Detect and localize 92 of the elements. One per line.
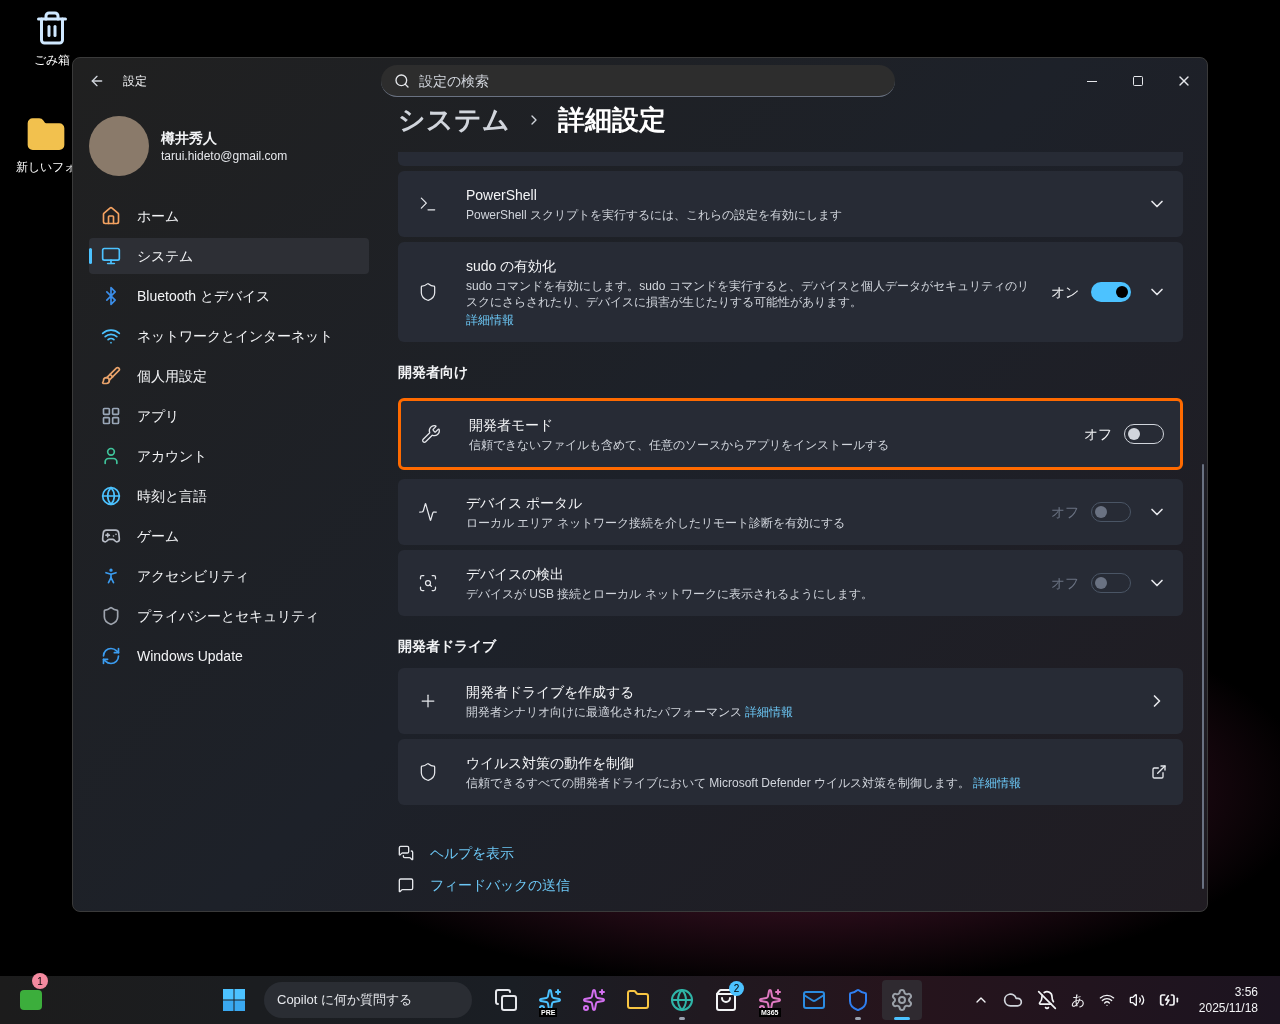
toggle-state-label: オフ (1051, 503, 1079, 522)
setting-card[interactable]: 開発者ドライブを作成する 開発者シナリオ向けに最適化されたパフォーマンス 詳細情報 (398, 668, 1183, 734)
setting-card[interactable]: 開発者モード 信頼できないファイルも含めて、任意のソースからアプリをインストールする オフ (398, 398, 1183, 470)
maximize-icon (1132, 75, 1144, 87)
windows-logo-icon[interactable] (222, 988, 246, 1012)
setting-description: 信頼できるすべての開発者ドライブにおいて Microsoft Defender ウイルス対策を制御します。 詳細情報 (466, 775, 1023, 791)
nav-item[interactable]: ホーム (89, 198, 369, 234)
section-heading: 開発者向け (398, 363, 469, 382)
help-chat-icon (398, 845, 414, 861)
nav-item[interactable]: Windows Update (89, 638, 369, 674)
nav-item[interactable]: システム (89, 238, 369, 274)
setting-description: 信頼できないファイルも含めて、任意のソースからアプリをインストールする (469, 437, 890, 453)
person-icon (101, 446, 121, 466)
window-title: 設定 (123, 73, 148, 89)
setting-description: デバイスが USB 接続とローカル ネットワークに表示されるようにします。 (466, 586, 874, 602)
globe-icon (101, 486, 121, 506)
section-heading: 開発者ドライブ (398, 637, 498, 656)
shield-icon (846, 988, 870, 1012)
wifi-icon[interactable] (1098, 992, 1115, 1008)
monitor-icon (101, 246, 121, 266)
setting-title: sudo の有効化 (466, 257, 558, 276)
learn-more-link[interactable]: 詳細情報 (973, 776, 1022, 790)
setting-title: 開発者ドライブを作成する (466, 683, 635, 702)
learn-more-link[interactable]: 詳細情報 (745, 705, 794, 719)
setting-title: 開発者モード (469, 416, 554, 435)
nav-item[interactable]: プライバシーとセキュリティ (89, 598, 369, 634)
brush-icon (101, 366, 121, 386)
nav-item[interactable]: Bluetooth とデバイス (89, 278, 369, 314)
notification-badge: 2 (729, 981, 744, 996)
setting-description: sudo コマンドを有効にします。sudo コマンドを実行すると、デバイスと個人データがセキュリティのリスクにさらされたり、デバイスに損害が生じたりする可能性があります。 (466, 278, 1030, 310)
account-name: 樽井秀人 (161, 129, 218, 148)
breadcrumb-item: 詳細設定 (558, 103, 666, 137)
nav-item[interactable]: 個人用設定 (89, 358, 369, 394)
copilot-search-box[interactable]: Copilot に何か質問する (264, 982, 472, 1018)
breadcrumb-item[interactable]: システム (398, 99, 510, 141)
gamepad-icon (101, 526, 121, 546)
nav-item[interactable]: ネットワークとインターネット (89, 318, 369, 354)
shield-icon (418, 282, 438, 302)
avatar[interactable] (89, 116, 149, 176)
sparkle-icon (582, 988, 606, 1012)
folder-icon (626, 988, 650, 1012)
learn-more-link[interactable]: 詳細情報 (466, 313, 514, 327)
setting-card[interactable]: sudo の有効化 sudo コマンドを有効にします。sudo コマンドを実行すると、デバイスと個人データがセキュリティのリスクにさらされたり、デバイスに損害が生じたりする可能性があります。 詳細情報 オン (398, 242, 1183, 342)
setting-title: デバイス ポータル (466, 494, 583, 513)
grid-icon (101, 406, 121, 426)
taskbar-app[interactable]: 2 (706, 980, 746, 1020)
toggle-state-label: オフ (1084, 425, 1112, 444)
nav-item[interactable]: アプリ (89, 398, 369, 434)
bell-off-icon[interactable] (1036, 990, 1057, 1010)
cloud-icon[interactable] (1002, 990, 1023, 1010)
speaker-icon[interactable] (1128, 992, 1145, 1008)
refresh-icon (101, 646, 121, 666)
setting-description: PowerShell スクリプトを実行するには、これらの設定を有効にします (466, 207, 844, 223)
nav-item[interactable]: ゲーム (89, 518, 369, 554)
scrollbar[interactable] (1202, 464, 1204, 889)
clock-time[interactable]: 3:56 (1234, 984, 1258, 1000)
feedback-icon (398, 877, 414, 893)
taskbar-app[interactable] (882, 980, 922, 1020)
account-email: tarui.hideto@gmail.com (161, 148, 288, 164)
setting-description: ローカル エリア ネットワーク接続を介したリモート診断を有効にする (466, 515, 846, 531)
wifi-icon (101, 326, 121, 346)
setting-card[interactable]: ウイルス対策の動作を制御 信頼できるすべての開発者ドライブにおいて Microsoft Defender ウイルス対策を制御します。 詳細情報 (398, 739, 1183, 805)
clock-date[interactable]: 2025/11/18 (1198, 1000, 1258, 1016)
help-link[interactable]: ヘルプを表示 (430, 843, 514, 863)
nav-item[interactable]: アカウント (89, 438, 369, 474)
mail-icon (802, 988, 826, 1012)
setting-title: ウイルス対策の動作を制御 (466, 754, 635, 773)
shield-icon (418, 762, 438, 782)
wrench-icon (421, 424, 441, 444)
toggle-state-label: オン (1051, 283, 1079, 302)
setting-description: 開発者シナリオ向けに最適化されたパフォーマンス 詳細情報 (466, 704, 795, 720)
toggle-state-label: オフ (1051, 574, 1079, 593)
search-field[interactable]: 設定の検索 (381, 65, 895, 97)
widgets-icon[interactable] (20, 990, 42, 1010)
minimize-icon (1087, 80, 1097, 82)
setting-title: PowerShell (466, 186, 538, 205)
setting-title: デバイスの検出 (466, 565, 565, 584)
pulse-icon (418, 502, 438, 522)
nav-item[interactable]: アクセシビリティ (89, 558, 369, 594)
toggle-switch[interactable] (1091, 282, 1131, 302)
nav-item[interactable]: 時刻と言語 (89, 478, 369, 514)
search-icon (394, 73, 410, 89)
gear-icon (890, 988, 914, 1012)
notification-badge: 1 (32, 973, 48, 989)
setting-card[interactable]: PowerShell PowerShell スクリプトを実行するには、これらの設定を有効にします (398, 171, 1183, 237)
desktop-icon-label[interactable]: ごみ箱 (34, 52, 70, 68)
scan-search-icon (418, 573, 438, 593)
help-link[interactable]: フィードバックの送信 (430, 875, 570, 895)
shield-icon (101, 606, 121, 626)
house-icon (101, 206, 121, 226)
external-link-icon[interactable] (1151, 764, 1167, 780)
ime-indicator[interactable]: あ (1070, 990, 1085, 1010)
